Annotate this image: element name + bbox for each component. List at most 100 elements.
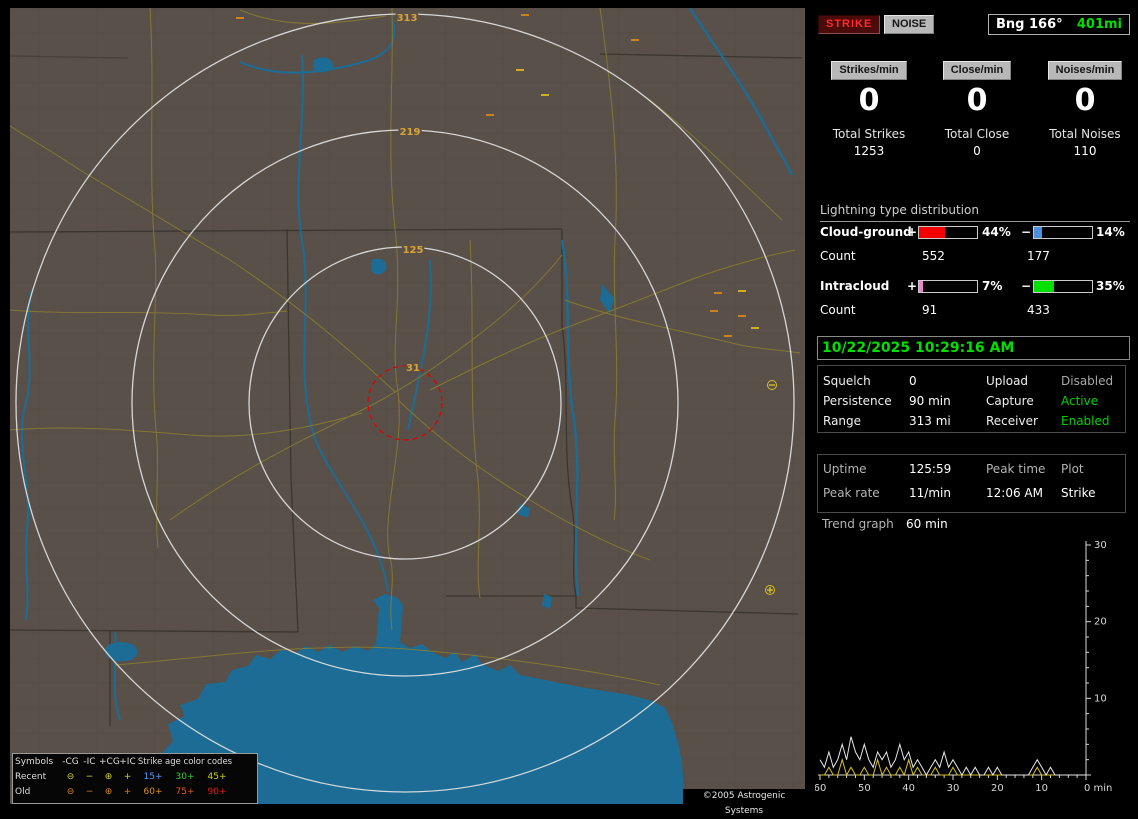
capture-value: Active: [1061, 394, 1099, 408]
persistence-label: Persistence: [823, 394, 892, 408]
ic-pos-bar-fill: [919, 281, 924, 292]
svg-text:30: 30: [1094, 540, 1107, 551]
datetime-display: 10/22/2025 10:29:16 AM: [817, 336, 1130, 360]
bearing-display[interactable]: Bng 166° 401mi: [988, 14, 1130, 35]
legend-symbols-header: Symbols: [15, 757, 54, 767]
cg-pos-pct: 44%: [982, 225, 1011, 239]
legend-col-neg-ic: -IC: [83, 757, 96, 767]
peak-time-value: 12:06 AM: [986, 486, 1043, 500]
close-counter: Close/min 0 Total Close 0: [925, 61, 1029, 158]
close-per-min-value: 0: [966, 83, 988, 118]
age-90: 90+: [207, 787, 227, 797]
bearing-value: Bng 166°: [996, 17, 1063, 32]
age-75: 75+: [175, 787, 195, 797]
capture-label: Capture: [986, 394, 1034, 408]
legend-age-header: Strike age color codes: [137, 757, 233, 768]
ic-neg-pct: 35%: [1096, 279, 1125, 293]
squelch-value: 0: [909, 374, 917, 388]
bearing-range-value: 401mi: [1076, 17, 1122, 32]
cg-neg-pct: 14%: [1096, 225, 1125, 239]
ring-label-219: 219: [400, 127, 421, 138]
upload-value: Disabled: [1061, 374, 1114, 388]
total-strikes-label: Total Strikes: [832, 127, 906, 141]
age-15: 15+: [143, 772, 163, 782]
lightning-map[interactable]: 313 219 125 31 Symbols -CG -IC +CG +IC S…: [10, 8, 805, 816]
cg-neg-count: 177: [1027, 249, 1050, 263]
range-label: Range: [823, 414, 862, 428]
svg-text:50: 50: [858, 783, 871, 794]
legend-col-neg-cg: -CG: [62, 757, 79, 767]
ic-neg-bar: [1033, 280, 1093, 293]
svg-text:10: 10: [1035, 783, 1048, 794]
svg-text:0 min: 0 min: [1084, 783, 1112, 794]
cg-neg-sign: −: [1021, 225, 1032, 239]
pos-cg-recent-icon: ⊕: [104, 772, 113, 782]
ic-pos-bar: [918, 280, 978, 293]
svg-text:30: 30: [947, 783, 960, 794]
persistence-value: 90 min: [909, 394, 951, 408]
noise-toggle-button[interactable]: NOISE: [884, 15, 935, 34]
total-strikes-value: 1253: [853, 144, 885, 158]
ring-label-125: 125: [403, 245, 424, 256]
close-per-min-button[interactable]: Close/min: [942, 61, 1012, 80]
squelch-label: Squelch: [823, 374, 871, 388]
trend-graph: 60 50 40 30 20 10 0 min 30 20 10: [815, 540, 1112, 794]
ic-count-label: Count: [820, 303, 856, 317]
neg-cg-recent-icon: ⊖: [66, 772, 75, 782]
copyright-label: ©2005 Astrogenic Systems: [683, 789, 805, 816]
total-close-label: Total Close: [944, 127, 1010, 141]
cg-count-label: Count: [820, 249, 856, 263]
ic-pos-count: 91: [922, 303, 938, 317]
ring-label-31: 31: [406, 363, 420, 374]
legend-old-label: Old: [15, 787, 31, 797]
total-noises-label: Total Noises: [1049, 127, 1121, 141]
ic-neg-count: 433: [1027, 303, 1050, 317]
cloud-ground-label: Cloud-ground: [820, 225, 912, 239]
trend-graph-window: 60 min: [906, 517, 948, 531]
age-60: 60+: [143, 787, 163, 797]
svg-text:40: 40: [902, 783, 915, 794]
status-panel: Squelch 0 Upload Disabled Persistence 90…: [817, 365, 1126, 433]
control-sidebar: STRIKE NOISE Bng 166° 401mi Strikes/min …: [815, 8, 1138, 804]
upload-label: Upload: [986, 374, 1029, 388]
strikes-counter: Strikes/min 0 Total Strikes 1253: [817, 61, 921, 158]
pos-ic-old-icon: +: [123, 787, 132, 797]
strike-toggle-button[interactable]: STRIKE: [818, 15, 881, 34]
svg-text:10: 10: [1094, 693, 1107, 704]
strikes-per-min-value: 0: [858, 83, 880, 118]
svg-text:20: 20: [991, 783, 1004, 794]
legend-col-pos-cg: +CG: [99, 757, 120, 767]
total-close-value: 0: [973, 144, 981, 158]
age-45: 45+: [207, 772, 227, 782]
svg-text:20: 20: [1094, 617, 1107, 628]
cg-pos-sign: +: [907, 225, 918, 239]
noises-counter: Noises/min 0 Total Noises 110: [1033, 61, 1137, 158]
trend-graph-label: Trend graph: [822, 517, 894, 531]
neg-ic-old-icon: −: [85, 787, 94, 797]
pos-ic-recent-icon: +: [123, 772, 132, 782]
neg-ic-recent-icon: −: [85, 772, 94, 782]
map-canvas: 313 219 125 31: [10, 8, 805, 804]
cg-pos-bar: [918, 226, 978, 239]
plot-value: Strike: [1061, 486, 1096, 500]
ic-pos-sign: +: [907, 279, 918, 293]
uptime-value: 125:59: [909, 462, 952, 476]
peak-time-label: Peak time: [986, 462, 1046, 476]
cg-pos-bar-fill: [919, 227, 945, 238]
strikes-per-min-button[interactable]: Strikes/min: [831, 61, 907, 80]
uptime-label: Uptime: [823, 462, 867, 476]
total-noises-value: 110: [1073, 144, 1097, 158]
ic-neg-bar-fill: [1034, 281, 1055, 292]
plot-label: Plot: [1061, 462, 1084, 476]
noises-per-min-value: 0: [1074, 83, 1096, 118]
noises-per-min-button[interactable]: Noises/min: [1047, 61, 1123, 80]
legend-col-pos-ic: +IC: [119, 757, 136, 767]
receiver-label: Receiver: [986, 414, 1038, 428]
peak-rate-value: 11/min: [909, 486, 951, 500]
cg-pos-count: 552: [922, 249, 945, 263]
cg-neg-bar: [1033, 226, 1093, 239]
svg-text:60: 60: [815, 783, 826, 794]
receiver-value: Enabled: [1061, 414, 1110, 428]
distribution-title: Lightning type distribution: [820, 203, 1130, 222]
peak-rate-label: Peak rate: [823, 486, 880, 500]
